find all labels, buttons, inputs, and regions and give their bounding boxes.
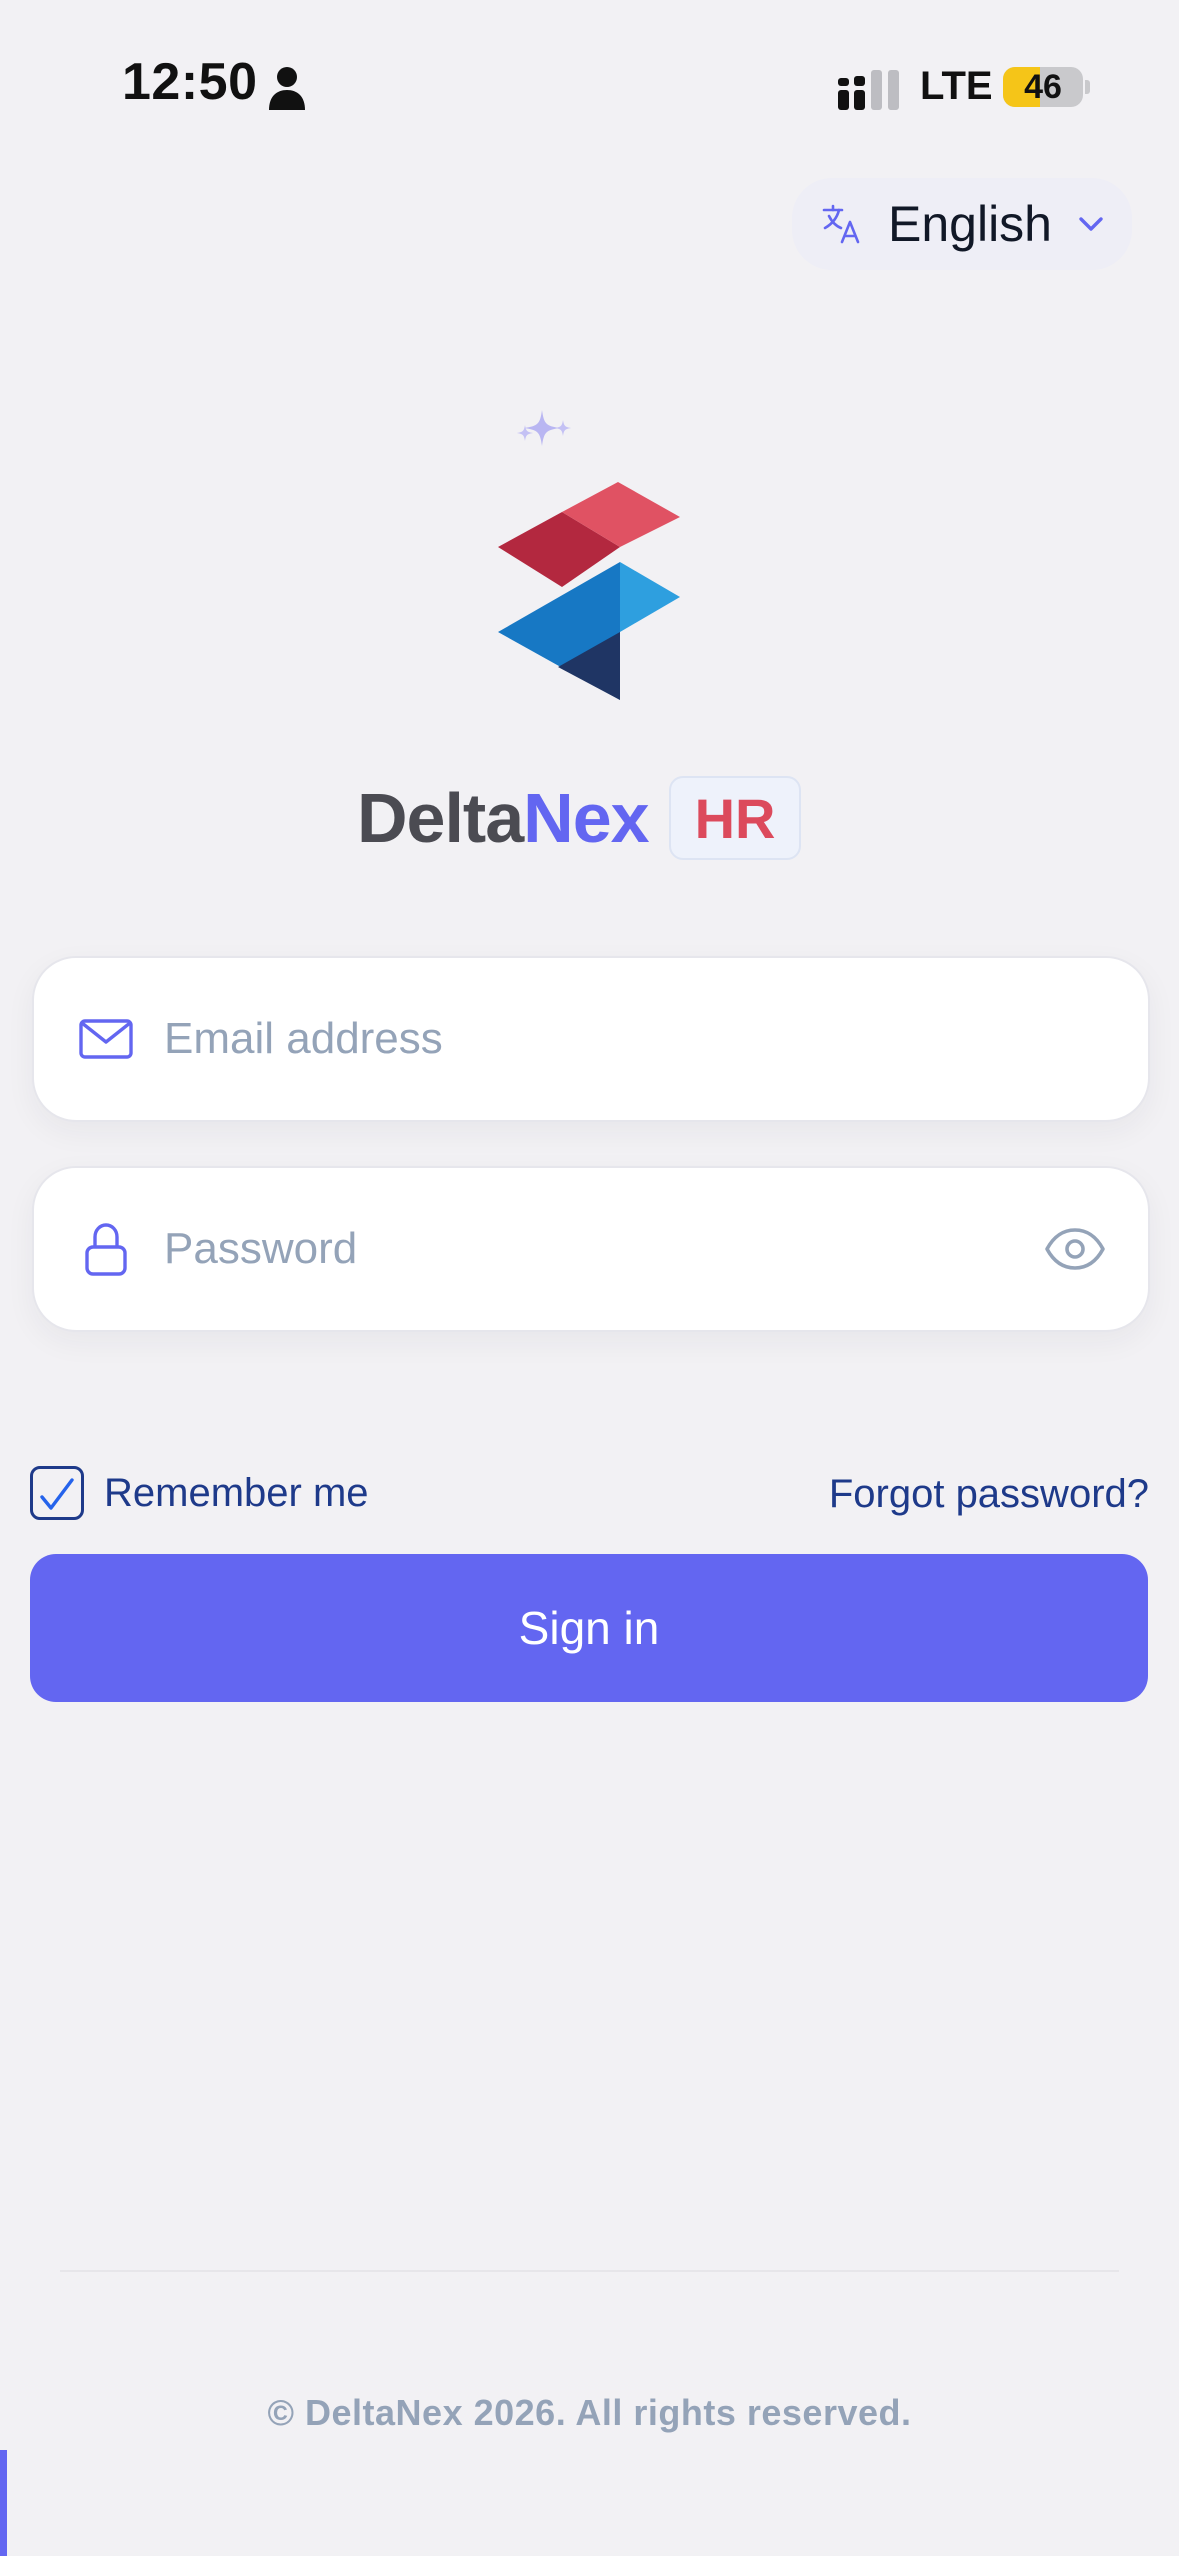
sign-in-button[interactable]: Sign in (30, 1554, 1148, 1702)
network-type: LTE (920, 64, 993, 108)
forgot-password-link[interactable]: Forgot password? (829, 1472, 1149, 1517)
app-logo (498, 410, 680, 700)
lock-icon (85, 1223, 127, 1276)
status-time: 12:50 (122, 53, 258, 111)
language-label: English (888, 196, 1052, 252)
battery-indicator: 46 (1003, 67, 1083, 107)
brand-wordmark: Delta Nex HR (357, 770, 802, 866)
translate-icon (822, 204, 860, 244)
password-field[interactable] (32, 1166, 1150, 1332)
remember-checkbox[interactable] (30, 1466, 84, 1520)
language-selector[interactable]: English (792, 178, 1132, 270)
password-input[interactable] (162, 1223, 1044, 1275)
battery-level: 46 (1024, 68, 1062, 106)
email-input[interactable] (162, 1013, 1148, 1065)
brand-name-delta: Delta (357, 779, 524, 857)
copyright-text: © DeltaNex 2026. All rights reserved. (267, 2392, 912, 2433)
eye-icon[interactable] (1044, 1218, 1106, 1280)
chevron-down-icon (1079, 217, 1103, 231)
person-icon (269, 67, 305, 110)
email-field[interactable] (32, 956, 1150, 1122)
remember-label: Remember me (104, 1470, 369, 1515)
footer-divider (60, 2270, 1119, 2272)
checkmark-icon (40, 1478, 74, 1510)
mail-icon (79, 1019, 133, 1059)
brand-name-nex: Nex (523, 779, 649, 857)
signal-icon (838, 70, 899, 110)
brand-badge: HR (668, 776, 802, 860)
remember-me[interactable]: Remember me (30, 1466, 369, 1520)
edge-indicator (0, 2450, 7, 2556)
battery-nub (1085, 80, 1090, 94)
